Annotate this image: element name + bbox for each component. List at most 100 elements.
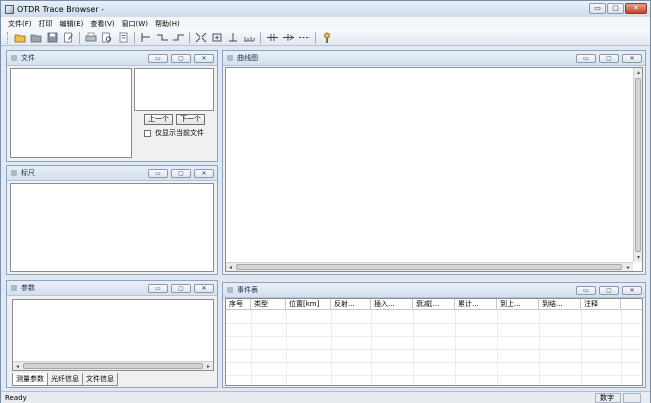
column-header[interactable]: 衰减[... bbox=[413, 299, 455, 309]
grid-line bbox=[226, 375, 642, 376]
tab-file-info[interactable]: 文件信息 bbox=[82, 373, 118, 386]
print-icon[interactable] bbox=[84, 31, 98, 44]
grid-line bbox=[497, 310, 498, 385]
panel-restore-button[interactable]: ▢ bbox=[599, 286, 619, 295]
scroll-left-arrow-icon[interactable]: ◂ bbox=[13, 362, 22, 371]
grid-line bbox=[455, 310, 456, 385]
panel-close-button[interactable]: ✕ bbox=[194, 54, 214, 63]
marker-down-icon[interactable] bbox=[226, 31, 240, 44]
open-folder-icon[interactable] bbox=[13, 31, 27, 44]
window-controls: ▭ ▢ ✕ bbox=[589, 3, 647, 14]
curve-canvas[interactable]: ▴ ▾ ◂ ▸ bbox=[225, 67, 643, 272]
params-content: ◂ ▸ bbox=[12, 299, 214, 371]
toolbar-grip[interactable] bbox=[7, 31, 10, 44]
grid-line bbox=[286, 310, 287, 385]
curve-vscrollbar[interactable]: ▴ ▾ bbox=[633, 68, 642, 262]
events-panel-header[interactable]: 事件表 ▭ ▢ ✕ bbox=[223, 283, 645, 298]
scroll-right-arrow-icon[interactable]: ▸ bbox=[624, 263, 633, 272]
file-tree[interactable] bbox=[10, 68, 132, 158]
column-header[interactable]: 插入... bbox=[371, 299, 413, 309]
panel-minimize-button[interactable]: ▭ bbox=[576, 286, 596, 295]
panel-restore-button[interactable]: ▢ bbox=[171, 169, 191, 178]
column-header[interactable]: 累计... bbox=[455, 299, 497, 309]
edit-document-icon[interactable] bbox=[61, 31, 75, 44]
curve-panel-header[interactable]: 曲线图 ▭ ▢ ✕ bbox=[223, 51, 645, 66]
zoom-full-icon[interactable] bbox=[194, 31, 208, 44]
trace-step-down-icon[interactable] bbox=[155, 31, 169, 44]
previous-button[interactable]: 上一个 bbox=[144, 114, 173, 125]
file-list[interactable] bbox=[134, 68, 214, 111]
file-panel-header[interactable]: 文件 ▭ ▢ ✕ bbox=[7, 51, 217, 66]
next-button[interactable]: 下一个 bbox=[176, 114, 205, 125]
menu-edit[interactable]: 编辑(E) bbox=[58, 19, 89, 29]
column-header[interactable]: 序号 bbox=[226, 299, 251, 309]
scroll-right-arrow-icon[interactable]: ▸ bbox=[204, 362, 213, 371]
params-hscrollbar[interactable]: ◂ ▸ bbox=[13, 361, 213, 370]
print-preview-icon[interactable] bbox=[100, 31, 114, 44]
trace-step-up-icon[interactable] bbox=[171, 31, 185, 44]
tab-fiber-info[interactable]: 光纤信息 bbox=[47, 373, 83, 386]
scroll-thumb[interactable] bbox=[236, 264, 622, 270]
close-button[interactable]: ✕ bbox=[625, 3, 647, 14]
report-icon[interactable] bbox=[116, 31, 130, 44]
menu-file[interactable]: 文件(F) bbox=[6, 19, 37, 29]
tab-measure-params[interactable]: 测量参数 bbox=[12, 373, 48, 386]
folder-icon[interactable] bbox=[29, 31, 43, 44]
panel-close-button[interactable]: ✕ bbox=[622, 54, 642, 63]
ruler-panel-header[interactable]: 标尺 ▭ ▢ ✕ bbox=[7, 166, 217, 181]
column-header[interactable]: 注释 bbox=[581, 299, 621, 309]
panel-minimize-button[interactable]: ▭ bbox=[148, 169, 168, 178]
zoom-fit-icon[interactable] bbox=[210, 31, 224, 44]
toolbar-separator bbox=[189, 31, 190, 44]
column-header[interactable]: 到结... bbox=[539, 299, 581, 309]
show-current-file-checkbox[interactable]: 仅显示当前文件 bbox=[144, 128, 204, 138]
column-header[interactable]: 类型 bbox=[251, 299, 286, 309]
splice-icon[interactable] bbox=[281, 31, 295, 44]
grid-line bbox=[371, 310, 372, 385]
column-header[interactable]: 到上... bbox=[497, 299, 539, 309]
panel-icon bbox=[11, 170, 17, 176]
status-text: Ready bbox=[5, 393, 27, 402]
marker-a-icon[interactable] bbox=[139, 31, 153, 44]
curve-hscrollbar[interactable]: ◂ ▸ bbox=[226, 262, 633, 271]
panel-minimize-button[interactable]: ▭ bbox=[148, 284, 168, 293]
column-header[interactable]: 位置[km] bbox=[286, 299, 331, 309]
menu-view[interactable]: 查看(V) bbox=[88, 19, 119, 29]
dashed-line-icon[interactable] bbox=[297, 31, 311, 44]
panel-minimize-button[interactable]: ▭ bbox=[576, 54, 596, 63]
checkbox-box[interactable] bbox=[144, 129, 151, 137]
event-table[interactable]: 序号 类型 位置[km] 反射... 插入... 衰减[... 累计... 到上… bbox=[225, 298, 643, 386]
panel-restore-button[interactable]: ▢ bbox=[599, 54, 619, 63]
grid-line bbox=[539, 310, 540, 385]
panel-close-button[interactable]: ✕ bbox=[194, 169, 214, 178]
toolbar-separator bbox=[134, 31, 135, 44]
column-header[interactable]: 反射... bbox=[331, 299, 371, 309]
save-icon[interactable] bbox=[45, 31, 59, 44]
params-tabs: 测量参数 光纤信息 文件信息 bbox=[12, 373, 118, 386]
params-panel-header[interactable]: 参数 ▭ ▢ ✕ bbox=[7, 281, 217, 296]
help-icon[interactable] bbox=[320, 31, 334, 44]
scroll-up-arrow-icon[interactable]: ▴ bbox=[634, 68, 643, 77]
ruler-scale-icon[interactable] bbox=[242, 31, 256, 44]
scroll-down-arrow-icon[interactable]: ▾ bbox=[634, 253, 643, 262]
connector-icon[interactable] bbox=[265, 31, 279, 44]
minimize-button[interactable]: ▭ bbox=[589, 3, 606, 14]
params-panel: 参数 ▭ ▢ ✕ ◂ ▸ 测量参数 光纤信息 文件信息 bbox=[6, 280, 218, 388]
toolbar bbox=[1, 30, 650, 46]
panel-close-button[interactable]: ✕ bbox=[194, 284, 214, 293]
menu-help[interactable]: 帮助(H) bbox=[153, 19, 185, 29]
title-bar[interactable]: OTDR Trace Browser - ▭ ▢ ✕ bbox=[1, 1, 650, 17]
panel-minimize-button[interactable]: ▭ bbox=[148, 54, 168, 63]
panel-restore-button[interactable]: ▢ bbox=[171, 54, 191, 63]
scroll-thumb[interactable] bbox=[635, 78, 641, 252]
panel-close-button[interactable]: ✕ bbox=[622, 286, 642, 295]
scroll-left-arrow-icon[interactable]: ◂ bbox=[226, 263, 235, 272]
panel-icon bbox=[11, 55, 17, 61]
menu-window[interactable]: 窗口(W) bbox=[120, 19, 153, 29]
maximize-button[interactable]: ▢ bbox=[607, 3, 624, 14]
panel-restore-button[interactable]: ▢ bbox=[171, 284, 191, 293]
menu-print[interactable]: 打印 bbox=[37, 19, 58, 29]
scroll-thumb[interactable] bbox=[23, 363, 203, 369]
panel-icon bbox=[227, 55, 233, 61]
grid-line bbox=[331, 310, 332, 385]
